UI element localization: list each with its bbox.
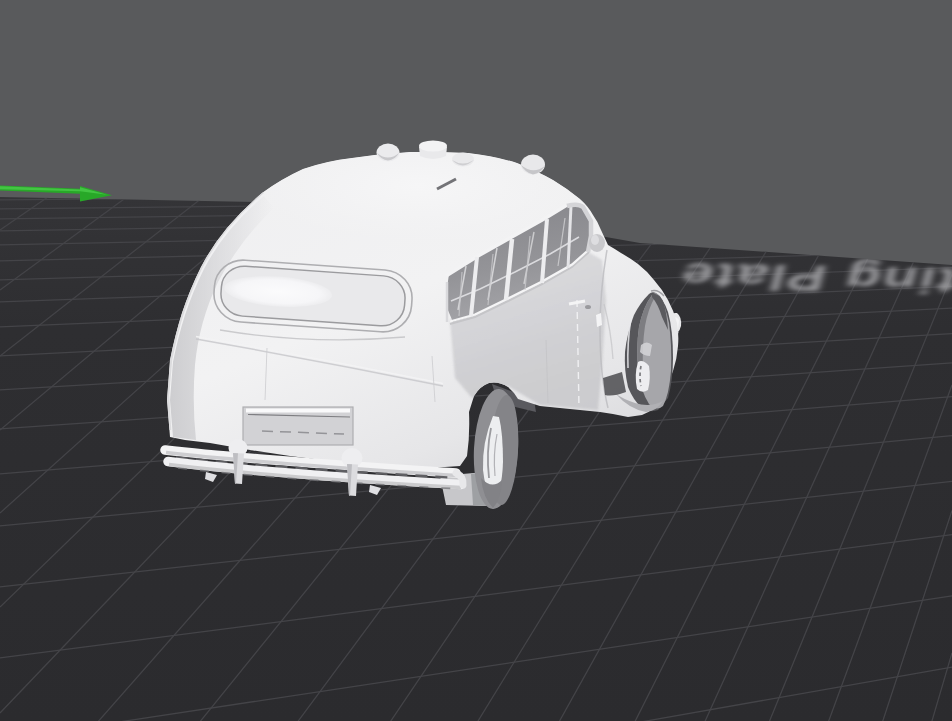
svg-text:Heating Plate: Heating Plate [674,255,952,304]
